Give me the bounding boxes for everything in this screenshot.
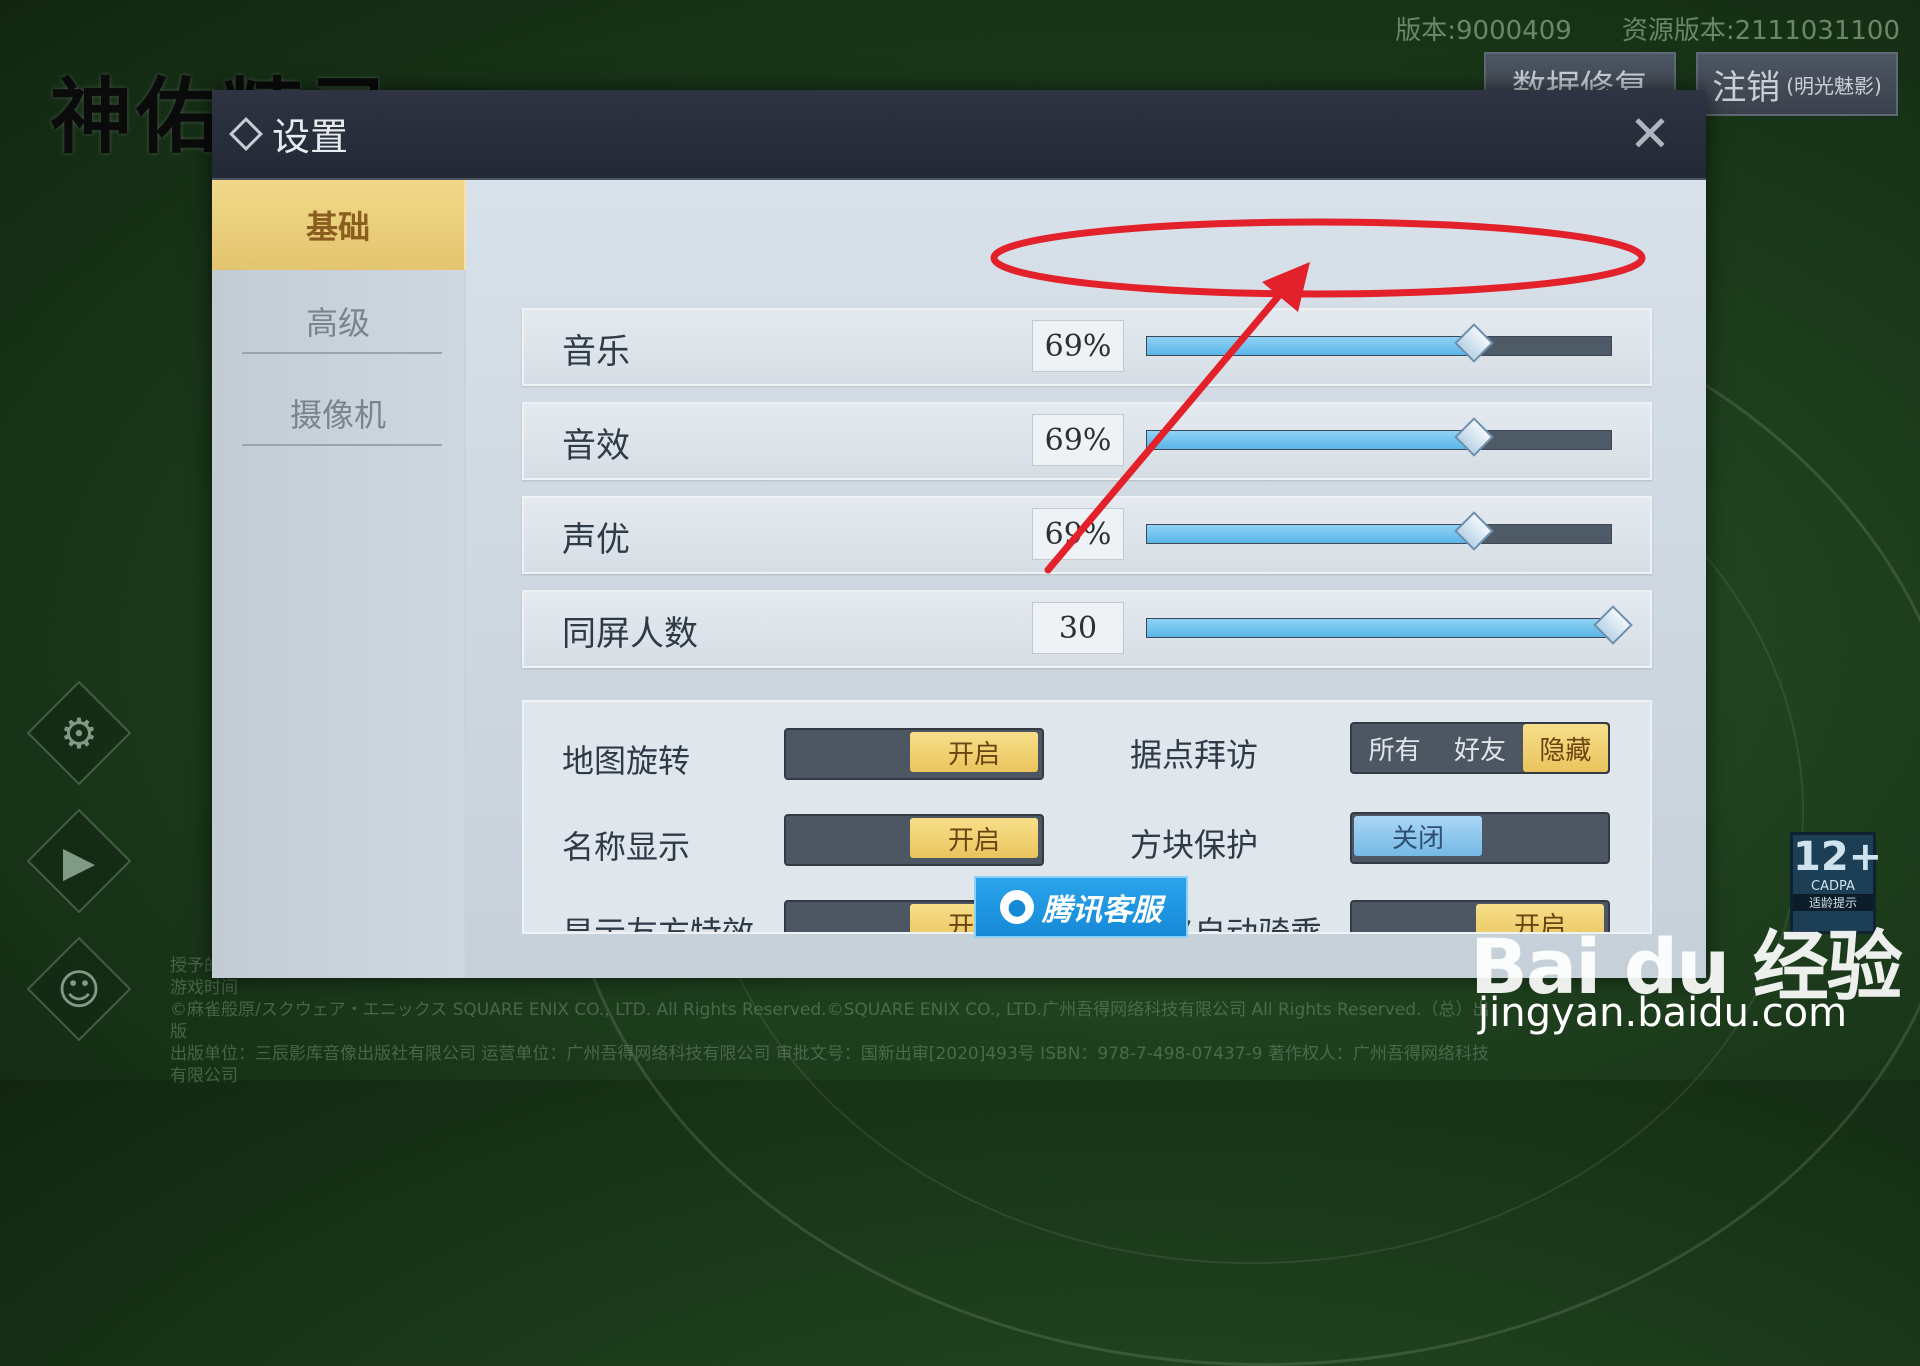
settings-nav: 基础 高级 摄像机 [212, 180, 468, 978]
nav-divider [242, 352, 442, 354]
option-friends[interactable]: 好友 [1437, 724, 1522, 772]
voice-slider[interactable] [1146, 511, 1612, 551]
settings-body: 音乐 69% 音效 69% 声优 69% 同屏人数 30 地图旋转 开启 名称显… [466, 180, 1706, 978]
setting-label: 同屏人数 [562, 614, 698, 654]
slider-fill [1147, 525, 1472, 543]
setting-row-players: 同屏人数 30 [522, 590, 1652, 668]
slider-fill [1147, 337, 1472, 355]
music-slider[interactable] [1146, 323, 1612, 363]
setting-value: 69% [1032, 508, 1124, 560]
tab-basic[interactable]: 基础 [212, 180, 468, 270]
option-hidden[interactable]: 隐藏 [1522, 724, 1608, 772]
setting-row-voice: 声优 69% [522, 496, 1652, 574]
logout-button[interactable]: 注销 (明光魅影) [1696, 52, 1898, 116]
resource-version-label: 资源版本:2111031100 [1621, 16, 1900, 46]
slider-handle[interactable] [1453, 417, 1494, 457]
version-info: 版本:9000409 资源版本:2111031100 [1395, 10, 1900, 47]
block-protection-label: 方块保护 [1130, 826, 1259, 864]
map-rotation-label: 地图旋转 [562, 742, 691, 780]
play-video-button[interactable]: ▶ [26, 808, 132, 914]
version-label: 版本:9000409 [1395, 16, 1572, 46]
setting-label: 音效 [562, 426, 630, 466]
name-display-toggle[interactable]: 开启 [784, 814, 1044, 866]
name-display-label: 名称显示 [562, 828, 691, 866]
watermark-url: jingyan.baidu.com [1478, 990, 1848, 1036]
players-slider[interactable] [1146, 605, 1633, 645]
slider-handle[interactable] [1453, 511, 1494, 551]
stronghold-visit-selector[interactable]: 所有 好友 隐藏 [1350, 722, 1610, 774]
sfx-slider[interactable] [1146, 417, 1612, 457]
setting-row-sfx: 音效 69% [522, 402, 1652, 480]
dialog-title: 设置 [229, 106, 348, 161]
option-all[interactable]: 所有 [1352, 724, 1437, 772]
toggle-knob: 开启 [910, 732, 1038, 772]
stronghold-visit-label: 据点拜访 [1130, 736, 1259, 774]
setting-label: 音乐 [562, 332, 630, 372]
setting-row-music: 音乐 69% [522, 308, 1652, 386]
setting-value: 69% [1032, 414, 1124, 466]
settings-dialog: 设置 ✕ 基础 高级 摄像机 音乐 69% 音效 69% 声优 69% 同屏人数… [212, 90, 1706, 978]
setting-value: 69% [1032, 320, 1124, 372]
play-icon: ▶ [62, 836, 96, 886]
slider-handle[interactable] [1453, 323, 1494, 363]
toggle-knob: 关闭 [1354, 816, 1482, 856]
dialog-header: 设置 ✕ [212, 90, 1706, 180]
diamond-icon [229, 116, 263, 151]
settings-gear-button[interactable]: ⚙ [26, 680, 132, 786]
slider-fill [1147, 619, 1611, 637]
setting-value: 30 [1032, 602, 1124, 654]
tencent-service-button[interactable]: ● 腾讯客服 [974, 876, 1188, 938]
chat-bubble-icon: ● [1000, 890, 1034, 924]
nav-divider [242, 444, 442, 446]
setting-label: 声优 [562, 520, 630, 560]
slider-handle[interactable] [1593, 605, 1633, 645]
slider-fill [1147, 431, 1472, 449]
close-button[interactable]: ✕ [1620, 104, 1680, 164]
close-icon: ✕ [1629, 105, 1671, 163]
friend-effects-label: 显示友方特效 [562, 914, 755, 934]
map-rotation-toggle[interactable]: 开启 [784, 728, 1044, 780]
gear-icon: ⚙ [60, 708, 98, 758]
block-protection-toggle[interactable]: 关闭 [1350, 812, 1610, 864]
toggle-knob: 开启 [910, 818, 1038, 858]
user-icon: ☺ [57, 964, 101, 1014]
support-button[interactable]: ☺ [26, 936, 132, 1042]
